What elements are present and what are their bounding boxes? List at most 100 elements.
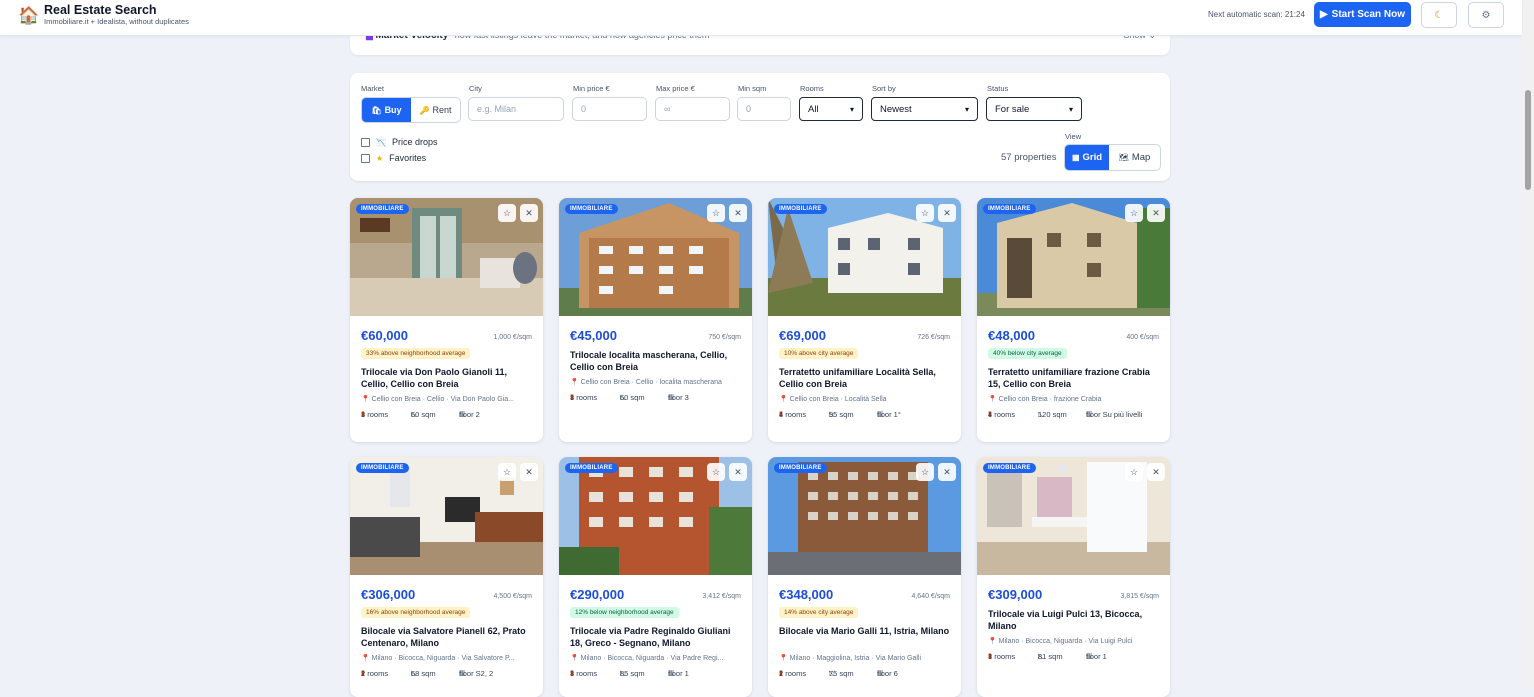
listing-card[interactable]: IMMOBILIARE ☆ ✕ €60,000 1,000 €/sqm 33% …	[350, 198, 543, 442]
close-icon[interactable]: ✕	[729, 204, 747, 222]
star-icon[interactable]: ☆	[1125, 204, 1143, 222]
star-icon[interactable]: ☆	[498, 463, 516, 481]
listing-title[interactable]: Trilocale via Padre Reginaldo Giuliani 1…	[570, 625, 745, 649]
city-input[interactable]: e.g. Milan	[468, 97, 564, 121]
max-price-input[interactable]: ∞	[655, 97, 730, 121]
listing-card[interactable]: IMMOBILIARE ☆ ✕ €69,000 726 €/sqm 10% ab…	[768, 198, 961, 442]
floor-info: floor Su più livelli	[1086, 410, 1143, 419]
listing-title[interactable]: Terratetto unifamiliare frazione Crabia …	[988, 366, 1163, 390]
listing-location: 📍 Milano · Bicocca, Niguarda · Via Luigi…	[988, 637, 1163, 645]
location-text: Cellio con Breia · Cellio · Via Don Paol…	[371, 396, 514, 403]
page-scrollbar[interactable]	[1522, 0, 1534, 688]
price-comparison-tag: 33% above neighborhood average	[361, 348, 471, 359]
checkbox-box[interactable]	[361, 153, 370, 163]
listing-title[interactable]: Terratetto unifamiliare Località Sella, …	[779, 366, 954, 390]
size-sqm: 68 sqm	[411, 669, 436, 678]
buy-tab[interactable]: 🛍 Buy	[362, 98, 411, 122]
price-drops-label: Price drops	[391, 137, 438, 147]
start-scan-button[interactable]: ▶ Start Scan Now	[1314, 2, 1411, 27]
floor-info: floor 3	[668, 393, 689, 402]
pin-icon: 📍	[570, 379, 579, 386]
listing-title[interactable]: Trilocale via Luigi Pulci 13, Bicocca, M…	[988, 608, 1163, 632]
next-scan-time: Next automatic scan: 21:24	[1208, 10, 1305, 19]
close-icon[interactable]: ✕	[1147, 204, 1165, 222]
play-icon: ▶	[1319, 9, 1328, 20]
listing-location: 📍 Cellio con Breia · Località Sella	[779, 395, 954, 403]
min-sqm-input[interactable]: 0	[737, 97, 791, 121]
city-placeholder: e.g. Milan	[477, 104, 517, 114]
location-text: Milano · Bicocca, Niguarda · Via Luigi P…	[998, 638, 1133, 645]
shopping-bag-icon: 🛍	[371, 105, 382, 115]
star-icon[interactable]: ☆	[707, 463, 725, 481]
market-toggle: 🛍 Buy 🔑 Rent	[361, 97, 461, 123]
listing-card[interactable]: IMMOBILIARE ☆ ✕ €45,000 750 €/sqm Triloc…	[559, 198, 752, 442]
price-drops-checkbox[interactable]: 📉 Price drops	[361, 137, 438, 147]
star-icon[interactable]: ☆	[916, 204, 934, 222]
theme-toggle-button[interactable]: ☾	[1421, 2, 1457, 28]
map-view-button[interactable]: 🗺 Map	[1109, 145, 1160, 170]
location-text: Milano · Bicocca, Niguarda · Via Salvato…	[371, 655, 515, 662]
listing-title[interactable]: Bilocale via Salvatore Pianell 62, Prato…	[361, 625, 536, 649]
city-label: City	[469, 84, 482, 93]
location-text: Milano · Maggiolina, Istria · Via Mario …	[789, 655, 922, 662]
price-per-sqm: 3,815 €/sqm	[1120, 593, 1159, 600]
rent-tab[interactable]: 🔑 Rent	[411, 98, 460, 122]
max-price-placeholder: ∞	[664, 104, 671, 114]
close-icon[interactable]: ✕	[938, 463, 956, 481]
close-icon[interactable]: ✕	[520, 463, 538, 481]
listing-title[interactable]: Trilocale localita mascherana, Cellio, C…	[570, 349, 745, 373]
sort-value: Newest	[880, 103, 912, 115]
settings-button[interactable]: ⚙	[1468, 2, 1504, 28]
floor-info: floor 2	[459, 410, 480, 419]
close-icon[interactable]: ✕	[729, 463, 747, 481]
star-icon[interactable]: ☆	[707, 204, 725, 222]
sort-select[interactable]: Newest ▾	[871, 97, 978, 121]
listing-card[interactable]: IMMOBILIARE ☆ ✕ €309,000 3,815 €/sqm Tri…	[977, 457, 1170, 697]
floor-info: floor 1°	[877, 410, 901, 419]
view-toggle: ▦ Grid 🗺 Map	[1064, 144, 1161, 171]
listing-price: €309,000	[988, 587, 1043, 602]
min-price-input[interactable]: 0	[572, 97, 647, 121]
listing-title[interactable]: Trilocale via Don Paolo Gianoli 11, Cell…	[361, 366, 536, 390]
size-sqm: 60 sqm	[411, 410, 436, 419]
rooms-count: 3 rooms	[988, 652, 1016, 661]
location-text: Cellio con Breia · Cellio · localita mas…	[580, 379, 722, 386]
listing-location: 📍 Cellio con Breia · Cellio · localita m…	[570, 378, 745, 386]
price-comparison-tag: 16% above neighborhood average	[361, 607, 471, 618]
price-per-sqm: 1,000 €/sqm	[493, 334, 532, 341]
listing-card[interactable]: IMMOBILIARE ☆ ✕ €48,000 400 €/sqm 40% be…	[977, 198, 1170, 442]
listing-card[interactable]: IMMOBILIARE ☆ ✕ €290,000 3,412 €/sqm 12%…	[559, 457, 752, 697]
map-icon: 🗺	[1118, 153, 1129, 162]
star-icon[interactable]: ☆	[498, 204, 516, 222]
status-select[interactable]: For sale ▾	[986, 97, 1082, 121]
close-icon[interactable]: ✕	[938, 204, 956, 222]
listing-title[interactable]: Bilocale via Mario Galli 11, Istria, Mil…	[779, 625, 954, 637]
floor-info: floor S2, 2	[459, 669, 494, 678]
price-comparison-tag: 40% below city average	[988, 348, 1067, 359]
close-icon[interactable]: ✕	[1147, 463, 1165, 481]
favorites-checkbox[interactable]: ★ Favorites	[361, 153, 426, 163]
star-icon[interactable]: ☆	[916, 463, 934, 481]
pin-icon: 📍	[570, 655, 579, 662]
listing-card[interactable]: IMMOBILIARE ☆ ✕ €306,000 4,500 €/sqm 16%…	[350, 457, 543, 697]
size-sqm: 85 sqm	[620, 669, 645, 678]
size-sqm: 95 sqm	[829, 410, 854, 419]
rooms-select[interactable]: All ▾	[799, 97, 863, 121]
grid-view-button[interactable]: ▦ Grid	[1065, 145, 1109, 170]
close-icon[interactable]: ✕	[520, 204, 538, 222]
listing-location: 📍 Milano · Bicocca, Niguarda · Via Padre…	[570, 654, 745, 662]
price-comparison-tag: 14% above city average	[779, 607, 859, 618]
rooms-count: 3 rooms	[570, 669, 598, 678]
rooms-count: 4 rooms	[779, 410, 807, 419]
min-sqm-placeholder: 0	[746, 104, 752, 114]
pin-icon: 📍	[779, 655, 788, 662]
price-per-sqm: 4,640 €/sqm	[911, 593, 950, 600]
location-text: Cellio con Breia · frazione Crabia	[998, 396, 1102, 403]
star-icon[interactable]: ☆	[1125, 463, 1143, 481]
scrollbar-thumb[interactable]	[1525, 90, 1531, 190]
rooms-count: 3 rooms	[570, 393, 598, 402]
size-sqm: 75 sqm	[829, 669, 854, 678]
checkbox-box[interactable]	[361, 137, 370, 147]
listing-location: 📍 Cellio con Breia · frazione Crabia	[988, 395, 1163, 403]
listing-card[interactable]: IMMOBILIARE ☆ ✕ €348,000 4,640 €/sqm 14%…	[768, 457, 961, 697]
